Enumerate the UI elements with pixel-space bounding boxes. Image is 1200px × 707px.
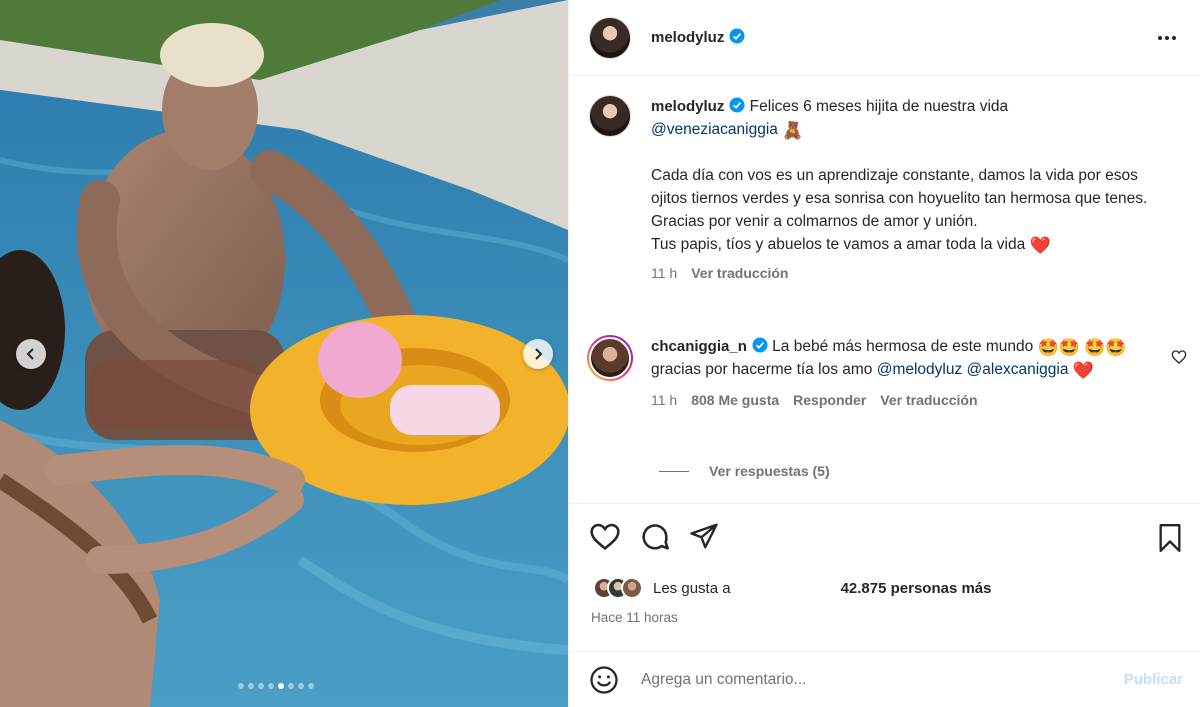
author-username[interactable]: melodyluz — [651, 29, 724, 46]
comment-text-2: gracias por hacerme tía los amo — [651, 361, 873, 378]
caption-meta: 11 h Ver traducción — [651, 262, 1171, 285]
carousel-dot — [248, 683, 254, 689]
carousel-next-button[interactable] — [523, 339, 553, 369]
comment-icon[interactable] — [639, 521, 671, 553]
share-icon[interactable] — [689, 521, 719, 551]
carousel-dot — [268, 683, 274, 689]
publish-button[interactable]: Publicar — [1124, 671, 1183, 688]
comment-text: chcaniggia_n La bebé más hermosa de este… — [651, 335, 1141, 381]
caption-paragraph: Cada día con vos es un aprendizaje const… — [651, 167, 1148, 230]
comment-input[interactable]: Agrega un comentario... — [641, 671, 1124, 689]
star-eyes-emoji: 🤩🤩 — [1037, 338, 1080, 357]
more-options-icon[interactable] — [1156, 27, 1178, 49]
liker-avatar — [621, 577, 643, 599]
author-username-wrap: melodyluz — [651, 28, 745, 47]
caption-paragraph-2: Tus papis, tíos y abuelos te vamos a ama… — [651, 233, 1171, 256]
reply-button[interactable]: Responder — [793, 389, 866, 412]
comment-body: chcaniggia_n La bebé más hermosa de este… — [651, 335, 1141, 412]
comments-section[interactable]: melodyluz Felices 6 meses hijita de nues… — [569, 76, 1200, 502]
carousel-dot — [308, 683, 314, 689]
star-eyes-emoji-2: 🤩🤩 — [1084, 338, 1127, 357]
post-side-panel: melodyluz melodyluz Felices 6 meses hiji… — [568, 0, 1200, 707]
carousel-prev-button[interactable] — [16, 339, 46, 369]
caption-para2-text: Tus papis, tíos y abuelos te vamos a ama… — [651, 236, 1026, 253]
caption-line1: melodyluz Felices 6 meses hijita de nues… — [651, 95, 1171, 118]
mention-link-2[interactable]: @alexcaniggia — [967, 361, 1069, 378]
comment: chcaniggia_n La bebé más hermosa de este… — [587, 335, 1141, 412]
chevron-left-icon — [26, 348, 34, 360]
comment-meta: 11 h 808 Me gusta Responder Ver traducci… — [651, 389, 1141, 412]
verified-badge-icon — [729, 97, 745, 113]
comment-time: 11 h — [651, 392, 678, 408]
add-comment-bar: Agrega un comentario... Publicar — [569, 651, 1200, 707]
caption-body: melodyluz Felices 6 meses hijita de nues… — [651, 95, 1171, 285]
post-actions: Les gusta a 42.875 personas más Hace 11 … — [569, 503, 1200, 651]
carousel-dot — [238, 683, 244, 689]
caption: melodyluz Felices 6 meses hijita de nues… — [589, 95, 1171, 285]
carousel-dot — [288, 683, 294, 689]
post-photo — [0, 0, 568, 707]
comment-translate-link[interactable]: Ver traducción — [880, 389, 977, 412]
comment-likes[interactable]: 808 Me gusta — [691, 389, 779, 412]
caption-time: 11 h — [651, 265, 678, 281]
likes-summary[interactable]: Les gusta a 42.875 personas más — [593, 577, 992, 599]
mention-link[interactable]: @veneziacaniggia — [651, 121, 778, 138]
heart-emoji: ❤️ — [1029, 236, 1051, 255]
heart-emoji: ❤️ — [1072, 361, 1094, 380]
commenter-username[interactable]: chcaniggia_n — [651, 338, 747, 355]
carousel-dots — [238, 683, 314, 689]
carousel-dot — [298, 683, 304, 689]
replies-divider — [659, 470, 689, 472]
post-media[interactable] — [0, 0, 568, 707]
likes-count[interactable]: 42.875 personas más — [841, 580, 992, 597]
post-header: melodyluz — [569, 0, 1200, 76]
verified-badge-icon — [729, 28, 745, 44]
mention-link[interactable]: @melodyluz — [877, 361, 963, 378]
caption-avatar[interactable] — [589, 95, 631, 137]
bookmark-icon[interactable] — [1157, 524, 1183, 552]
author-avatar[interactable] — [589, 16, 631, 59]
teddy-bear-emoji: 🧸 — [782, 121, 804, 140]
heart-icon[interactable] — [589, 521, 621, 553]
smiley-icon[interactable] — [589, 665, 619, 695]
chevron-right-icon — [535, 348, 543, 360]
likes-prefix: Les gusta a — [653, 579, 731, 597]
caption-username[interactable]: melodyluz — [651, 98, 724, 115]
verified-badge-icon — [752, 337, 768, 353]
action-icons — [589, 521, 719, 553]
view-replies-button[interactable]: Ver respuestas (5) — [659, 463, 830, 479]
carousel-dot — [278, 683, 284, 689]
caption-text: Felices 6 meses hijita de nuestra vida — [749, 98, 1009, 115]
commenter-avatar[interactable] — [587, 335, 633, 381]
carousel-dot — [258, 683, 264, 689]
comment-text-1: La bebé más hermosa de este mundo — [772, 338, 1034, 355]
caption-translate-link[interactable]: Ver traducción — [691, 262, 788, 285]
view-replies-label: Ver respuestas (5) — [709, 463, 830, 479]
post-time: Hace 11 horas — [591, 610, 678, 625]
comment-like-heart-icon[interactable] — [1171, 349, 1187, 365]
caption-mention-line: @veneziacaniggia 🧸 — [651, 118, 1171, 141]
